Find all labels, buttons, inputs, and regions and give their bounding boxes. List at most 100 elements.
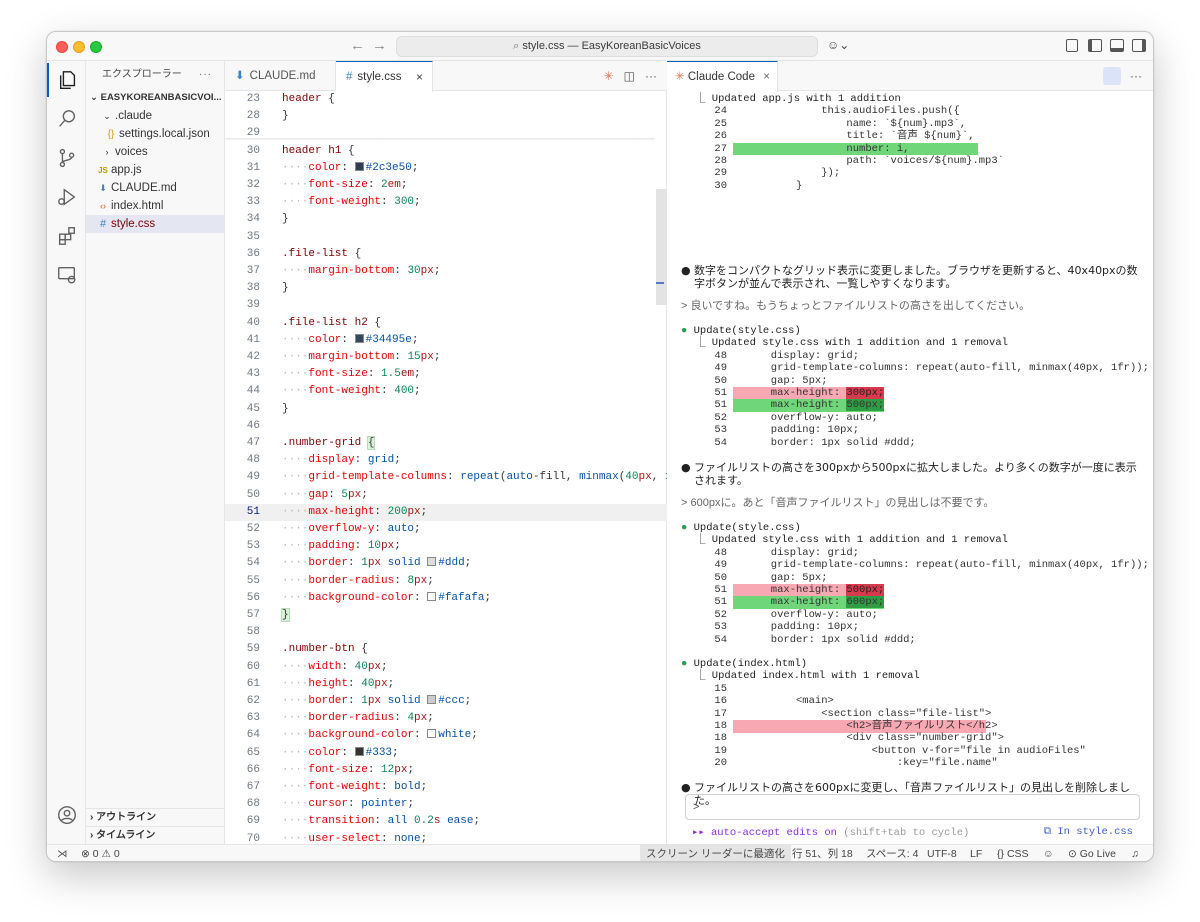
line-number[interactable]: 57 bbox=[225, 607, 260, 624]
line-number[interactable]: 23 bbox=[225, 91, 260, 108]
claude-code-icon[interactable]: ✳ bbox=[604, 69, 614, 83]
tree-item-claude-md[interactable]: ⬇ CLAUDE.md bbox=[86, 179, 224, 197]
code-line[interactable]: 53 ····padding: 10px; bbox=[225, 538, 667, 555]
code-line[interactable]: 54 ····border: 1px solid #ddd; bbox=[225, 555, 667, 572]
line-number[interactable]: 49 bbox=[225, 469, 260, 486]
code-line[interactable]: 37 ····margin-bottom: 30px; bbox=[225, 263, 667, 280]
encoding[interactable]: UTF-8 bbox=[927, 845, 957, 861]
code-line[interactable]: 62 ····border: 1px solid #ccc; bbox=[225, 693, 667, 710]
tab-claude-code[interactable]: ✳ Claude Code × bbox=[667, 61, 778, 92]
code-line[interactable]: 67 ····font-weight: bold; bbox=[225, 779, 667, 796]
language-mode[interactable]: {} CSS bbox=[997, 845, 1029, 861]
code-line[interactable]: 44 ····font-weight: 400; bbox=[225, 383, 667, 400]
code-editor[interactable]: 23 header {28} 29 30 header h1 {31 ····color:… bbox=[225, 91, 705, 845]
notifications-bell-icon[interactable]: ♫ bbox=[1131, 845, 1139, 861]
code-line[interactable]: 65 ····color: #333; bbox=[225, 745, 667, 762]
code-line[interactable]: 69 ····transition: all 0.2s ease; bbox=[225, 813, 667, 830]
code-line-current[interactable]: 51 ····max-height: 200px; bbox=[225, 503, 667, 521]
command-center-search[interactable]: ⌕ style.css — EasyKoreanBasicVoices bbox=[396, 36, 818, 57]
line-number[interactable]: 55 bbox=[225, 573, 260, 590]
code-line[interactable]: 47 .number-grid { bbox=[225, 435, 667, 452]
line-number[interactable]: 68 bbox=[225, 796, 260, 813]
split-editor-icon[interactable]: ◫ bbox=[624, 69, 635, 83]
line-number[interactable]: 42 bbox=[225, 349, 260, 366]
run-debug-icon[interactable] bbox=[47, 180, 86, 214]
line-number[interactable]: 40 bbox=[225, 315, 260, 332]
code-line[interactable]: 31 ····color: #2c3e50; bbox=[225, 160, 667, 177]
more-actions-icon[interactable]: ··· bbox=[199, 61, 212, 89]
line-number[interactable]: 59 bbox=[225, 641, 260, 658]
code-line[interactable]: 43 ····font-size: 1.5em; bbox=[225, 366, 667, 383]
remote-explorer-icon[interactable] bbox=[47, 258, 86, 292]
code-line[interactable]: 36 .file-list { bbox=[225, 246, 667, 263]
toggle-panel-icon[interactable] bbox=[1110, 39, 1124, 52]
lock-group-icon[interactable] bbox=[1103, 67, 1121, 85]
line-number[interactable]: 28 bbox=[225, 108, 260, 125]
code-line[interactable]: 48 ····display: grid; bbox=[225, 452, 667, 469]
code-line[interactable]: 52 ····overflow-y: auto; bbox=[225, 521, 667, 538]
tree-item-style-css[interactable]: # style.css bbox=[86, 215, 224, 233]
close-tab-icon[interactable]: × bbox=[763, 62, 770, 92]
code-line[interactable]: 49 ····grid-template-columns: repeat(auto… bbox=[225, 469, 705, 486]
code-line[interactable]: 64 ····background-color: white; bbox=[225, 727, 667, 744]
line-number[interactable]: 36 bbox=[225, 246, 260, 263]
explorer-icon[interactable] bbox=[47, 63, 86, 97]
line-number[interactable]: 69 bbox=[225, 813, 260, 830]
line-number[interactable]: 66 bbox=[225, 762, 260, 779]
code-line[interactable]: 32 ····font-size: 2em; bbox=[225, 177, 667, 194]
outline-section[interactable]: › アウトライン bbox=[86, 808, 225, 826]
line-number[interactable]: 56 bbox=[225, 590, 260, 607]
minimize-window-button[interactable] bbox=[73, 41, 85, 53]
auto-accept-toggle[interactable]: ▸▸ auto-accept edits on (shift+tab to cy… bbox=[692, 826, 969, 839]
problems-indicator[interactable]: ⊗ 0 ⚠ 0 bbox=[81, 845, 120, 861]
code-line[interactable]: 61 ····height: 40px; bbox=[225, 676, 667, 693]
tab-style-css[interactable]: # style.css × bbox=[336, 61, 433, 92]
line-number[interactable]: 63 bbox=[225, 710, 260, 727]
line-number[interactable]: 32 bbox=[225, 177, 260, 194]
code-line[interactable]: 46 bbox=[225, 418, 667, 435]
code-line[interactable]: 60 ····width: 40px; bbox=[225, 659, 667, 676]
forward-arrow-icon[interactable]: → bbox=[372, 37, 387, 55]
line-number[interactable]: 51 bbox=[225, 504, 260, 521]
code-line[interactable]: 38} bbox=[225, 280, 667, 297]
source-control-icon[interactable] bbox=[47, 141, 86, 175]
line-number[interactable]: 29 bbox=[225, 125, 260, 142]
line-number[interactable]: 43 bbox=[225, 366, 260, 383]
cursor-position[interactable]: 行 51、列 18 bbox=[792, 845, 853, 861]
copilot-status-icon[interactable]: ☺ bbox=[1043, 845, 1054, 861]
line-number[interactable]: 50 bbox=[225, 487, 260, 504]
tree-item-voices-folder[interactable]: › voices bbox=[86, 143, 224, 161]
line-number[interactable]: 45 bbox=[225, 401, 260, 418]
close-window-button[interactable] bbox=[56, 41, 68, 53]
code-line[interactable]: 28} bbox=[225, 108, 667, 125]
line-number[interactable]: 46 bbox=[225, 418, 260, 435]
line-number[interactable]: 61 bbox=[225, 676, 260, 693]
line-number[interactable]: 48 bbox=[225, 452, 260, 469]
tree-item-settings-json[interactable]: {} settings.local.json bbox=[86, 125, 224, 143]
code-line[interactable]: 68 ····cursor: pointer; bbox=[225, 796, 667, 813]
zoom-window-button[interactable] bbox=[90, 41, 102, 53]
line-number[interactable]: 54 bbox=[225, 555, 260, 572]
code-line[interactable]: 63 ····border-radius: 4px; bbox=[225, 710, 667, 727]
code-line[interactable]: 33 ····font-weight: 300; bbox=[225, 194, 667, 211]
tab-claude-md[interactable]: ⬇ CLAUDE.md bbox=[225, 61, 336, 91]
more-actions-icon[interactable]: ··· bbox=[1130, 61, 1142, 91]
line-number[interactable]: 62 bbox=[225, 693, 260, 710]
editor-scrollbar-thumb[interactable] bbox=[656, 189, 666, 305]
end-of-line[interactable]: LF bbox=[970, 845, 982, 861]
toggle-primary-sidebar-icon[interactable] bbox=[1088, 39, 1102, 52]
code-line[interactable]: 66 ····font-size: 12px; bbox=[225, 762, 667, 779]
close-tab-icon[interactable]: × bbox=[416, 62, 423, 92]
code-line[interactable]: 30 header h1 { bbox=[225, 143, 667, 160]
tree-item-index-html[interactable]: ‹› index.html bbox=[86, 197, 224, 215]
line-number[interactable]: 52 bbox=[225, 521, 260, 538]
account-icon[interactable] bbox=[47, 798, 86, 832]
copilot-icon[interactable]: ☺⌄ bbox=[827, 38, 849, 52]
line-number[interactable]: 37 bbox=[225, 263, 260, 280]
remote-icon[interactable]: ⋊ bbox=[57, 845, 68, 861]
line-number[interactable]: 65 bbox=[225, 745, 260, 762]
code-line[interactable]: 35 bbox=[225, 229, 667, 246]
context-file-indicator[interactable]: ⧉ In style.css bbox=[1044, 826, 1133, 838]
line-number[interactable]: 64 bbox=[225, 727, 260, 744]
code-line[interactable]: 57} bbox=[225, 607, 667, 624]
